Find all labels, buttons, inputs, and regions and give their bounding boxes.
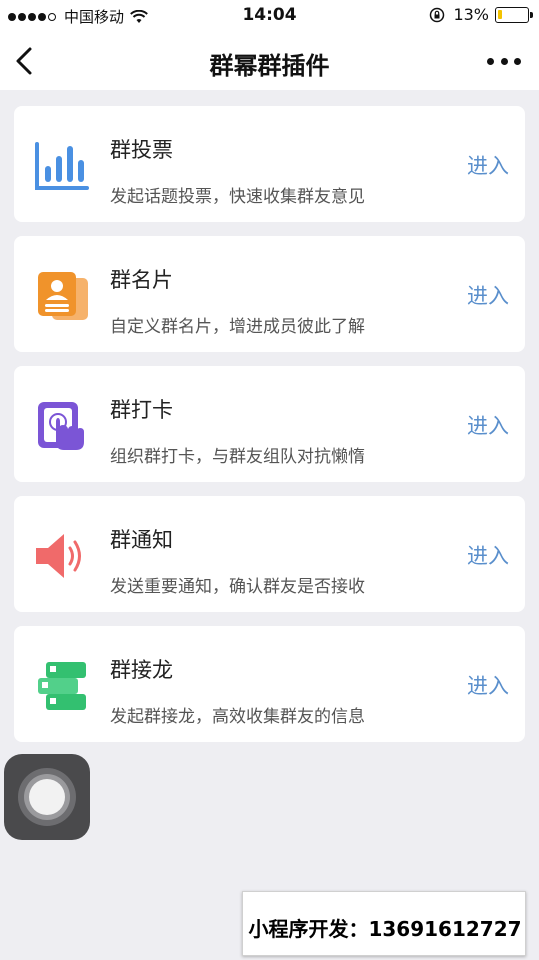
page-title: 群幂群插件 [209,52,330,80]
nav-bar: 群幂群插件 [0,32,539,90]
card-description: 发送重要通知，确认群友是否接收 [110,577,365,597]
plugin-card-notice[interactable]: 群通知 发送重要通知，确认群友是否接收 进入 [14,496,525,612]
enter-link[interactable]: 进入 [467,280,509,310]
card-title: 群投票 [110,138,173,162]
plugin-card-checkin[interactable]: 群打卡 组织群打卡，与群友组队对抗懒惰 进入 [14,366,525,482]
card-title: 群接龙 [110,658,173,682]
card-description: 发起群接龙，高效收集群友的信息 [110,707,365,727]
card-description: 自定义群名片，增进成员彼此了解 [110,317,365,337]
plugin-card-namecard[interactable]: 群名片 自定义群名片，增进成员彼此了解 进入 [14,236,525,352]
enter-link[interactable]: 进入 [467,540,509,570]
bar-chart-icon [35,142,89,190]
card-title: 群名片 [110,268,173,292]
card-title: 群通知 [110,528,173,552]
promo-banner: 小程序开发：13691612727 [242,891,526,956]
enter-link[interactable]: 进入 [467,670,509,700]
more-dots-icon[interactable] [487,54,521,68]
battery-percent: 13% [453,5,489,24]
card-description: 发起话题投票，快速收集群友意见 [110,187,365,207]
status-right: 13% [429,5,533,24]
enter-link[interactable]: 进入 [467,410,509,440]
battery-level [498,9,502,19]
battery-icon [495,6,533,23]
enter-link[interactable]: 进入 [467,150,509,180]
plugin-card-vote[interactable]: 群投票 发起话题投票，快速收集群友意见 进入 [14,106,525,222]
contact-card-icon [38,272,88,320]
speaker-icon [36,534,81,578]
relay-cards-icon [38,662,86,710]
plugin-card-relay[interactable]: 群接龙 发起群接龙，高效收集群友的信息 进入 [14,626,525,742]
card-title: 群打卡 [110,398,173,422]
status-bar: 中国移动 14:04 13% [0,0,539,32]
promo-text: 小程序开发：13691612727 [248,917,522,941]
touch-checkin-icon [38,402,84,450]
assistive-touch-button[interactable] [4,754,90,840]
card-description: 组织群打卡，与群友组队对抗懒惰 [110,447,365,467]
rotation-lock-icon [430,7,445,22]
